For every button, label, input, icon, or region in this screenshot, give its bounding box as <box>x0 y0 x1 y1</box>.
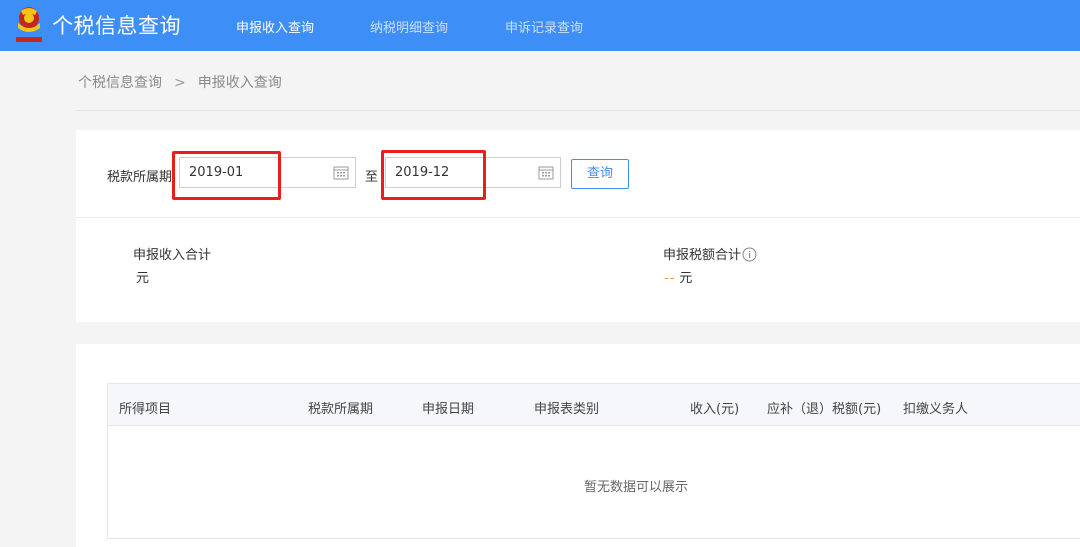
calendar-icon[interactable] <box>538 165 554 180</box>
info-icon[interactable] <box>742 247 757 262</box>
income-total-unit: 元 <box>136 271 150 286</box>
breadcrumb-divider <box>76 110 1080 111</box>
breadcrumb-current: 申报收入查询 <box>197 75 282 91</box>
results-panel: 所得项目 税款所属期 申报日期 申报表类别 收入(元) 应补（退）税额(元) 扣… <box>76 344 1080 547</box>
tax-period-label: 税款所属期 <box>107 170 173 185</box>
calendar-icon[interactable] <box>333 165 349 180</box>
column-header: 所得项目 <box>119 402 172 417</box>
query-button[interactable]: 查询 <box>571 159 629 189</box>
table-header: 所得项目 税款所属期 申报日期 申报表类别 收入(元) 应补（退）税额(元) 扣… <box>108 384 1080 426</box>
tax-total-label-wrap: 申报税额合计 <box>663 244 757 263</box>
top-nav-bar: 个税信息查询 申报收入查询 纳税明细查询 申诉记录查询 <box>0 0 1080 51</box>
breadcrumb: 个税信息查询 > 申报收入查询 <box>78 72 282 92</box>
results-table: 所得项目 税款所属期 申报日期 申报表类别 收入(元) 应补（退）税额(元) 扣… <box>107 383 1080 539</box>
tab-appeal-records[interactable]: 申诉记录查询 <box>505 17 583 36</box>
range-separator: 至 <box>365 170 379 185</box>
app-title: 个税信息查询 <box>52 14 181 38</box>
column-header: 应补（退）税额(元) <box>767 402 882 417</box>
column-header: 申报表类别 <box>534 402 600 417</box>
tax-total-unit: 元 <box>679 271 693 286</box>
column-header: 税款所属期 <box>308 402 374 417</box>
tax-emblem-logo <box>16 7 42 42</box>
highlight-box-end <box>381 150 486 200</box>
tax-total-label: 申报税额合计 <box>663 248 742 263</box>
panel-divider <box>76 217 1080 218</box>
tab-declared-income[interactable]: 申报收入查询 <box>236 17 314 36</box>
breadcrumb-separator: > <box>174 75 186 91</box>
column-header: 扣缴义务人 <box>903 402 969 417</box>
highlight-box-start <box>172 151 281 200</box>
income-total-label: 申报收入合计 <box>133 248 212 263</box>
tax-total-value-wrap: -- 元 <box>664 267 692 286</box>
tab-tax-details[interactable]: 纳税明细查询 <box>370 17 448 36</box>
query-panel: 税款所属期 2019-01 至 2019-12 查询 申报收入合计 元 申报税额… <box>76 130 1080 322</box>
column-header: 申报日期 <box>422 402 475 417</box>
breadcrumb-parent[interactable]: 个税信息查询 <box>78 75 162 91</box>
column-header: 收入(元) <box>690 402 740 417</box>
empty-state-text: 暂无数据可以展示 <box>584 480 689 495</box>
tax-total-value: -- <box>664 271 676 286</box>
table-body: 暂无数据可以展示 <box>108 426 1080 538</box>
